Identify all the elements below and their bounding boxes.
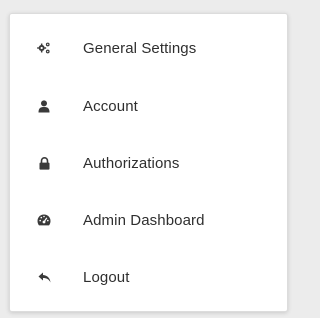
menu-item-label: Account <box>83 97 138 115</box>
dashboard-gauge-icon <box>37 213 51 227</box>
user-icon <box>37 99 51 113</box>
menu-item-logout[interactable]: Logout <box>10 255 287 299</box>
reply-arrow-icon <box>37 270 51 284</box>
menu-item-admin-dashboard[interactable]: Admin Dashboard <box>10 198 287 242</box>
menu-item-account[interactable]: Account <box>10 84 287 128</box>
gears-icon <box>37 41 51 55</box>
menu-item-label: General Settings <box>83 39 197 57</box>
lock-icon <box>37 156 51 170</box>
menu-item-authorizations[interactable]: Authorizations <box>10 141 287 185</box>
menu-item-general-settings[interactable]: General Settings <box>10 26 287 70</box>
menu-item-label: Authorizations <box>83 154 180 172</box>
menu-item-label: Admin Dashboard <box>83 211 205 229</box>
settings-dropdown-menu: General Settings Account Authorizations <box>9 13 288 312</box>
menu-item-label: Logout <box>83 268 130 286</box>
